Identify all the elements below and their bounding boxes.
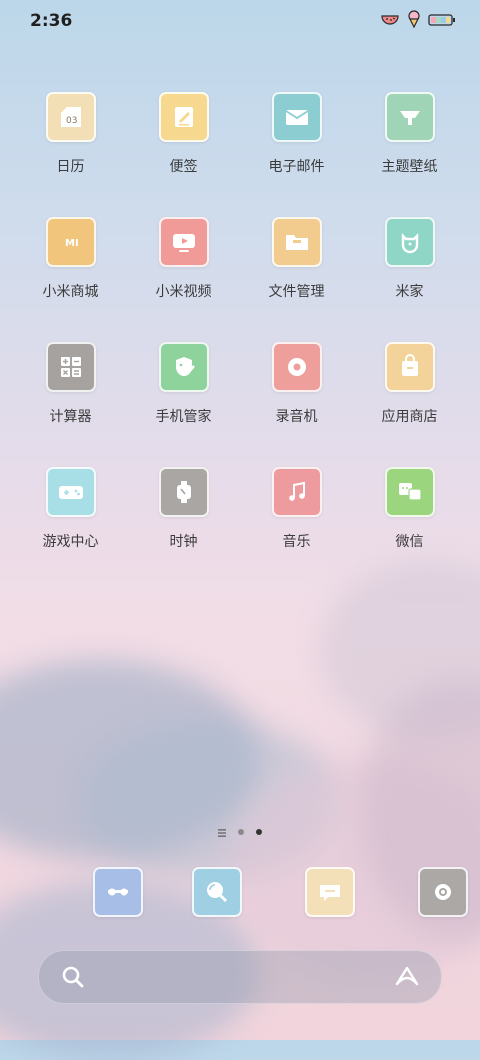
video-icon	[158, 217, 209, 267]
camera-icon	[417, 867, 468, 917]
page-dot[interactable]	[238, 828, 244, 835]
clock-icon	[158, 467, 209, 517]
app-theme[interactable]: 主题壁纸	[353, 92, 466, 217]
messages-icon	[304, 867, 355, 917]
app-label: 小米商城	[42, 284, 99, 300]
svg-text:03: 03	[66, 116, 77, 126]
app-calculator[interactable]: 计算器	[14, 342, 127, 467]
app-app-store[interactable]: 应用商店	[353, 342, 466, 467]
app-label: 时钟	[169, 534, 198, 550]
gamepad-icon	[45, 467, 96, 517]
app-label: 微信	[395, 534, 424, 550]
page-dot-active[interactable]	[256, 828, 262, 835]
app-label: 小米视频	[155, 284, 212, 300]
app-security[interactable]: 手机管家	[127, 342, 240, 467]
svg-text:MI: MI	[65, 238, 79, 249]
app-game-center[interactable]: 游戏中心	[14, 467, 127, 592]
theme-icon	[384, 92, 435, 142]
browser-icon	[191, 867, 242, 917]
app-clock[interactable]: 时钟	[127, 467, 240, 592]
notes-icon	[158, 92, 209, 142]
app-email[interactable]: 电子邮件	[240, 92, 353, 217]
app-calendar[interactable]: 03 日历	[14, 92, 127, 217]
app-mi-video[interactable]: 小米视频	[127, 217, 240, 342]
app-recorder[interactable]: 录音机	[240, 342, 353, 467]
mail-icon	[271, 92, 322, 142]
status-time: 2:36	[30, 11, 73, 31]
app-wechat[interactable]: 微信	[353, 467, 466, 592]
app-label: 应用商店	[381, 409, 438, 425]
app-mijia[interactable]: 米家	[353, 217, 466, 342]
app-label: 游戏中心	[42, 534, 99, 550]
app-label: 录音机	[275, 409, 318, 425]
phone-icon	[92, 867, 143, 917]
app-grid: 03 日历 便签 电子邮件 主题壁纸 MI 小米商城 小米视频 文件管理 米家 …	[0, 92, 480, 592]
calendar-icon: 03	[45, 92, 96, 142]
app-label: 文件管理	[268, 284, 325, 300]
watermelon-icon	[380, 11, 400, 31]
app-label: 米家	[395, 284, 424, 300]
ice-cream-icon	[406, 10, 422, 32]
calculator-icon	[45, 342, 96, 392]
dock-camera[interactable]	[386, 867, 480, 917]
battery-icon	[428, 12, 456, 31]
search-bar[interactable]	[38, 950, 442, 1004]
music-icon	[271, 467, 322, 517]
page-list-indicator-icon[interactable]	[218, 822, 226, 841]
status-icons	[380, 10, 456, 32]
wechat-icon	[384, 467, 435, 517]
app-music[interactable]: 音乐	[240, 467, 353, 592]
dock-browser[interactable]	[160, 867, 273, 917]
dock	[0, 867, 480, 917]
app-label: 日历	[56, 159, 85, 175]
app-mi-store[interactable]: MI 小米商城	[14, 217, 127, 342]
assistant-icon[interactable]	[393, 964, 421, 994]
mi-store-icon: MI	[45, 217, 96, 267]
recorder-icon	[271, 342, 322, 392]
app-label: 音乐	[282, 534, 311, 550]
page-indicator[interactable]	[0, 822, 480, 841]
dock-messages[interactable]	[273, 867, 386, 917]
app-file-manager[interactable]: 文件管理	[240, 217, 353, 342]
search-icon[interactable]	[61, 965, 85, 993]
app-label: 电子邮件	[268, 159, 325, 175]
app-label: 便签	[169, 159, 198, 175]
app-store-icon	[384, 342, 435, 392]
app-notes[interactable]: 便签	[127, 92, 240, 217]
app-label: 手机管家	[155, 409, 212, 425]
app-label: 主题壁纸	[381, 159, 438, 175]
mijia-icon	[384, 217, 435, 267]
app-label: 计算器	[49, 409, 92, 425]
dock-phone[interactable]	[61, 867, 174, 917]
security-icon	[158, 342, 209, 392]
folder-icon	[271, 217, 322, 267]
status-bar: 2:36	[0, 0, 480, 40]
